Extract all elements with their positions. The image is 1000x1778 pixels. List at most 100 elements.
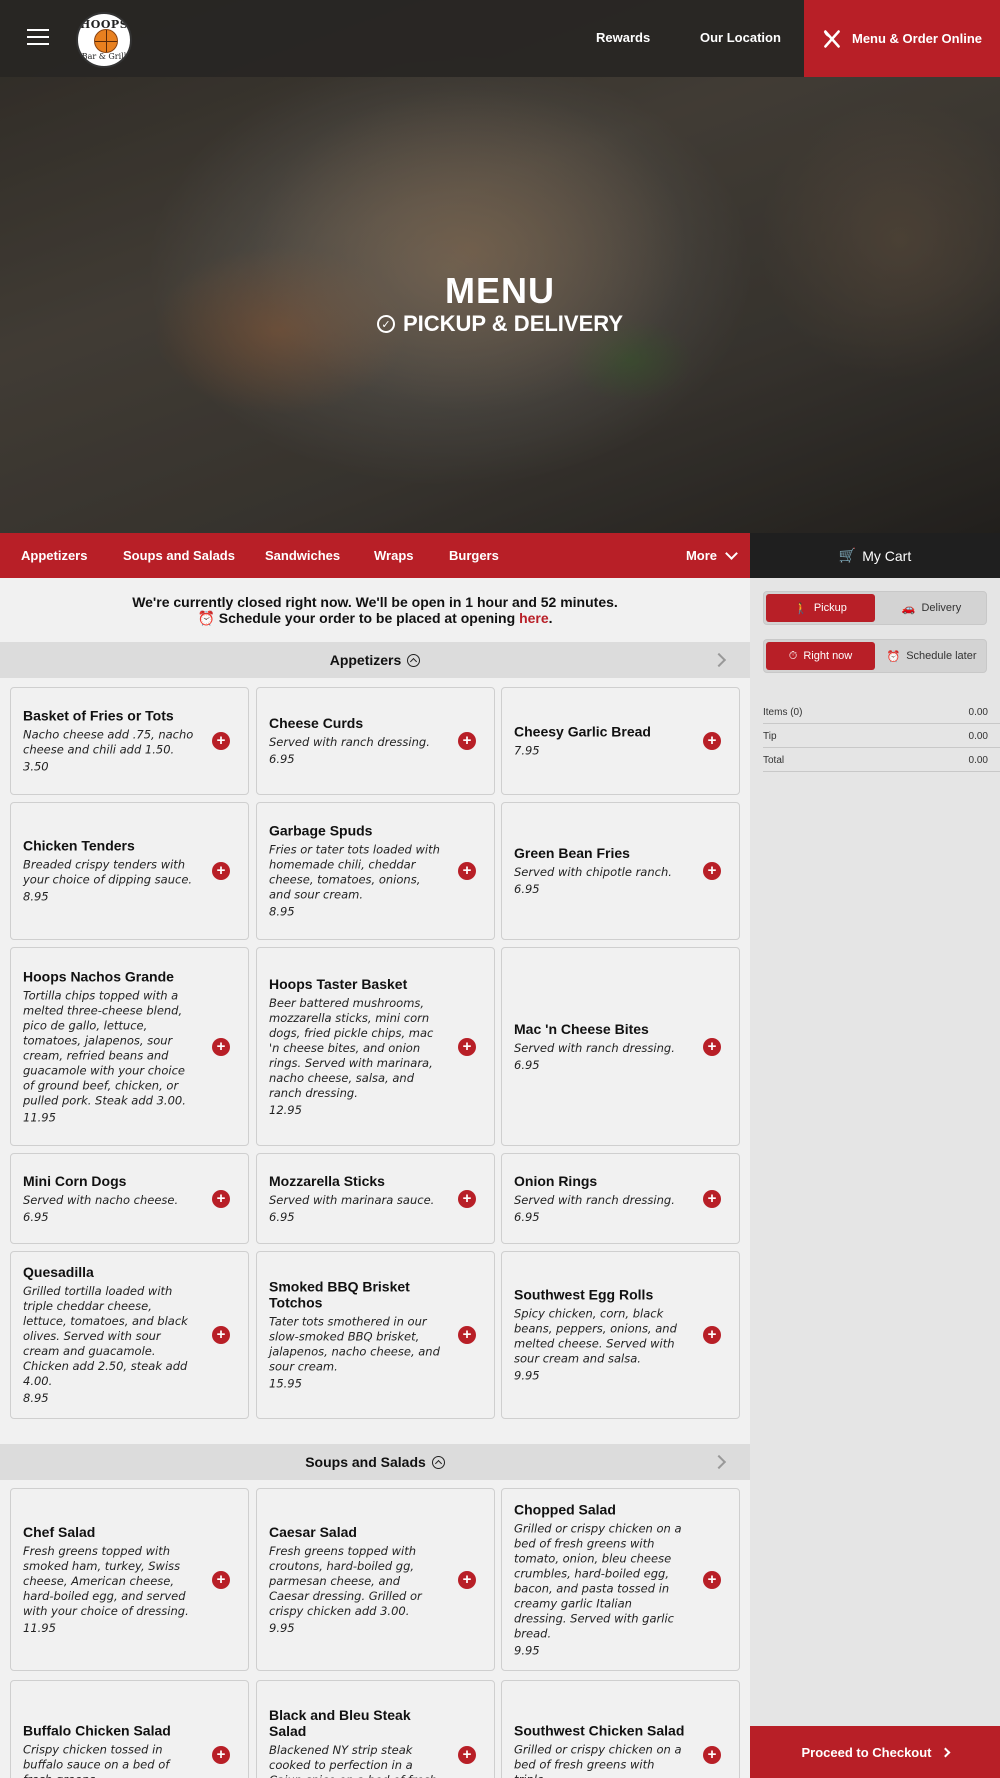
- add-item-plus-icon[interactable]: +: [458, 1189, 476, 1208]
- menu-item-card[interactable]: Hoops Taster Basket Beer battered mushroo…: [256, 947, 495, 1146]
- menu-item-price: 11.95: [23, 1620, 56, 1635]
- menu-item-price: 9.95: [514, 1368, 540, 1383]
- add-item-plus-icon[interactable]: +: [458, 732, 476, 750]
- menu-item-card[interactable]: Chicken Tenders Breaded crispy tenders wi…: [10, 802, 249, 940]
- menu-item-card[interactable]: Onion Rings Served with ranch dressing. 6.…: [501, 1153, 740, 1244]
- category-appetizers[interactable]: Appetizers: [21, 548, 87, 563]
- menu-item-description: Served with ranch dressing.: [269, 735, 430, 749]
- add-item-plus-icon[interactable]: +: [458, 1570, 476, 1589]
- nav-location-link[interactable]: Our Location: [700, 30, 781, 45]
- menu-item-description: Nacho cheese add .75, nacho cheese and c…: [23, 727, 194, 757]
- pickup-option[interactable]: 🚶 Pickup: [766, 594, 875, 622]
- add-item-plus-icon[interactable]: +: [458, 1746, 476, 1764]
- menu-item-card[interactable]: Black and Bleu Steak Salad Blackened NY s…: [256, 1680, 495, 1778]
- add-item-plus-icon[interactable]: +: [212, 1189, 230, 1208]
- category-more-dropdown[interactable]: More: [686, 547, 738, 563]
- menu-item-description: Spicy chicken, corn, black beans, pepper…: [514, 1306, 677, 1366]
- proceed-to-checkout-button[interactable]: Proceed to Checkout: [750, 1726, 1000, 1778]
- alarm-clock-icon: ⏰: [886, 650, 901, 663]
- menu-item-description: Fries or tater tots loaded with homemade…: [269, 842, 440, 902]
- menu-item-card[interactable]: Caesar Salad Fresh greens topped with cro…: [256, 1488, 495, 1671]
- hamburger-menu-icon[interactable]: [27, 29, 49, 47]
- add-item-plus-icon[interactable]: +: [703, 732, 721, 750]
- schedule-text: Schedule your order to be placed at open…: [218, 610, 520, 626]
- menu-item-name: Chicken Tenders: [23, 837, 135, 854]
- walking-icon: 🚶: [794, 602, 808, 615]
- add-item-plus-icon[interactable]: +: [458, 1326, 476, 1344]
- category-sandwiches[interactable]: Sandwiches: [265, 548, 340, 563]
- schedule-here-link[interactable]: here: [519, 610, 549, 626]
- add-item-plus-icon[interactable]: +: [458, 862, 476, 880]
- add-item-plus-icon[interactable]: +: [703, 1189, 721, 1208]
- chevron-right-icon[interactable]: [711, 652, 727, 668]
- summary-tip-row: Tip 0.00: [763, 724, 1000, 748]
- add-item-plus-icon[interactable]: +: [703, 1570, 721, 1589]
- menu-item-info: Green Bean Fries Served with chipotle ran…: [514, 845, 687, 897]
- add-item-plus-icon[interactable]: +: [212, 732, 230, 750]
- menu-item-info: Hoops Taster Basket Beer battered mushroo…: [269, 976, 442, 1118]
- hoops-logo[interactable]: HOOPS Bar & Grill: [76, 12, 132, 68]
- add-item-plus-icon[interactable]: +: [703, 862, 721, 880]
- menu-item-price: 8.95: [23, 1391, 49, 1405]
- add-item-plus-icon[interactable]: +: [703, 1326, 721, 1344]
- menu-order-online-button[interactable]: Menu & Order Online: [804, 0, 1000, 77]
- closed-notice: We're currently closed right now. We'll …: [0, 594, 750, 626]
- menu-item-name: Southwest Egg Rolls: [514, 1286, 654, 1303]
- add-item-plus-icon[interactable]: +: [212, 1570, 230, 1589]
- add-item-plus-icon[interactable]: +: [458, 1037, 476, 1056]
- schedule-later-option[interactable]: ⏰ Schedule later: [877, 642, 986, 670]
- right-now-option[interactable]: ⏱ Right now: [766, 642, 875, 670]
- menu-item-info: Basket of Fries or Tots Nacho cheese add …: [23, 708, 196, 775]
- chevron-down-icon: [725, 547, 738, 560]
- add-item-plus-icon[interactable]: +: [212, 1037, 230, 1056]
- add-item-plus-icon[interactable]: +: [212, 1746, 230, 1764]
- car-icon: 🚗: [901, 602, 916, 615]
- section-header-appetizers[interactable]: Appetizers: [0, 642, 750, 678]
- menu-item-name: Caesar Salad: [269, 1523, 357, 1540]
- add-item-plus-icon[interactable]: +: [212, 862, 230, 880]
- add-item-plus-icon[interactable]: +: [703, 1037, 721, 1056]
- menu-item-card[interactable]: Cheesy Garlic Bread 7.95 +: [501, 687, 740, 795]
- closed-notice-line2: ⏰ Schedule your order to be placed at op…: [0, 610, 750, 626]
- cart-icon: 🛒: [838, 547, 857, 563]
- nav-rewards-link[interactable]: Rewards: [596, 30, 650, 45]
- menu-item-card[interactable]: Mozzarella Sticks Served with marinara sa…: [256, 1153, 495, 1244]
- chevron-up-circle-icon: [431, 1455, 445, 1469]
- fulfillment-toggle: 🚶 Pickup 🚗 Delivery: [763, 591, 987, 625]
- add-item-plus-icon[interactable]: +: [703, 1746, 721, 1764]
- menu-item-card[interactable]: Southwest Chicken Salad Grilled or crispy…: [501, 1680, 740, 1778]
- utensils-icon: [823, 29, 840, 48]
- my-cart-header[interactable]: 🛒 My Cart: [750, 533, 1000, 578]
- menu-item-card[interactable]: Quesadilla Grilled tortilla loaded with t…: [10, 1251, 249, 1419]
- menu-item-card[interactable]: Hoops Nachos Grande Tortilla chips topped…: [10, 947, 249, 1146]
- section-header-soups-salads[interactable]: Soups and Salads: [0, 1444, 750, 1480]
- menu-item-price: 6.95: [514, 1209, 540, 1224]
- right-now-label: Right now: [803, 650, 853, 662]
- menu-item-name: Basket of Fries or Tots: [23, 707, 174, 724]
- menu-item-card[interactable]: Basket of Fries or Tots Nacho cheese add …: [10, 687, 249, 795]
- menu-item-price: 12.95: [269, 1102, 302, 1117]
- menu-item-card[interactable]: Smoked BBQ Brisket Totchos Tater tots smo…: [256, 1251, 495, 1419]
- menu-item-card[interactable]: Green Bean Fries Served with chipotle ran…: [501, 802, 740, 940]
- menu-item-info: Southwest Egg Rolls Spicy chicken, corn, …: [514, 1287, 687, 1384]
- category-burgers[interactable]: Burgers: [449, 548, 499, 563]
- menu-item-name: Garbage Spuds: [269, 822, 373, 839]
- menu-item-card[interactable]: Chopped Salad Grilled or crispy chicken o…: [501, 1488, 740, 1671]
- menu-item-card[interactable]: Southwest Egg Rolls Spicy chicken, corn, …: [501, 1251, 740, 1419]
- menu-item-description: Breaded crispy tenders with your choice …: [23, 857, 193, 887]
- menu-item-info: Cheese Curds Served with ranch dressing. 6…: [269, 715, 442, 767]
- menu-item-info: Garbage Spuds Fries or tater tots loaded …: [269, 823, 442, 920]
- category-wraps[interactable]: Wraps: [374, 548, 414, 563]
- menu-item-name: Quesadilla: [23, 1264, 94, 1280]
- category-soups-salads[interactable]: Soups and Salads: [123, 548, 235, 563]
- menu-item-card[interactable]: Mac 'n Cheese Bites Served with ranch dre…: [501, 947, 740, 1146]
- chevron-right-icon[interactable]: [711, 1454, 727, 1470]
- add-item-plus-icon[interactable]: +: [212, 1326, 230, 1344]
- delivery-option[interactable]: 🚗 Delivery: [877, 594, 986, 622]
- menu-item-card[interactable]: Chef Salad Fresh greens topped with smoke…: [10, 1488, 249, 1671]
- chevron-up-circle-icon: [407, 653, 421, 667]
- menu-item-card[interactable]: Mini Corn Dogs Served with nacho cheese. 6…: [10, 1153, 249, 1244]
- menu-item-card[interactable]: Buffalo Chicken Salad Crispy chicken toss…: [10, 1680, 249, 1778]
- menu-item-card[interactable]: Garbage Spuds Fries or tater tots loaded …: [256, 802, 495, 940]
- menu-item-card[interactable]: Cheese Curds Served with ranch dressing. 6…: [256, 687, 495, 795]
